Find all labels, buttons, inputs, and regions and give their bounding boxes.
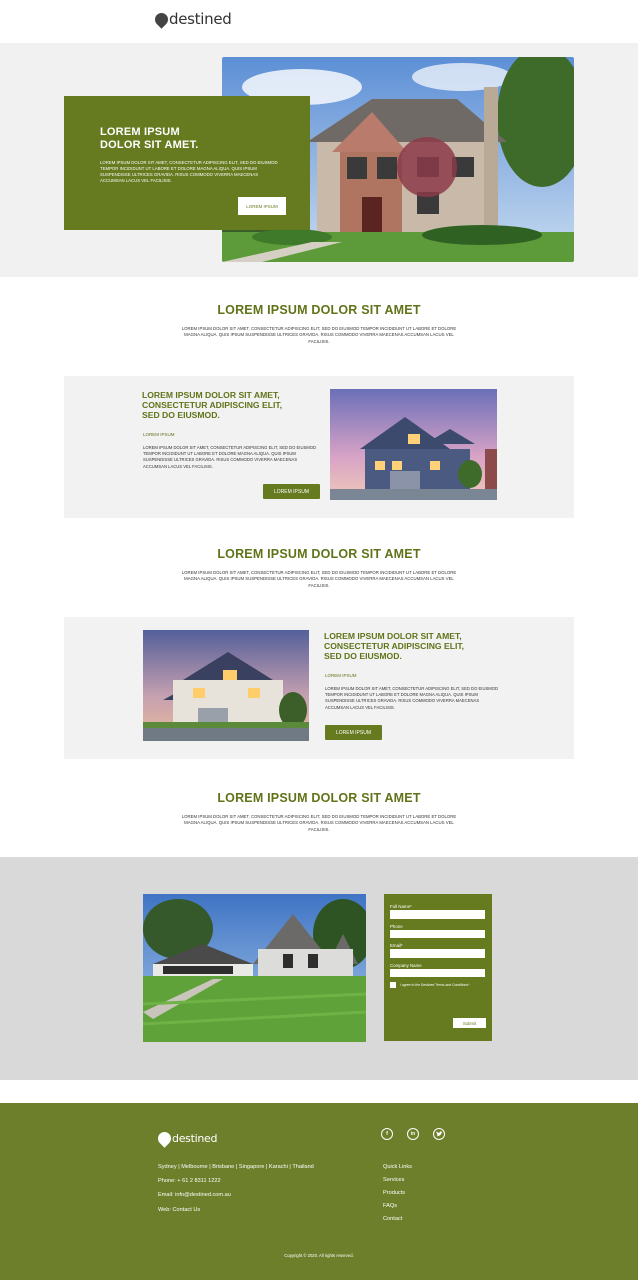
section1-title: LOREM IPSUM DOLOR SIT AMET [217,303,421,317]
email-input[interactable] [390,949,485,958]
feature1-button[interactable]: LOREM IPSUM [263,484,320,499]
footer-link-services[interactable]: Services [383,1177,404,1183]
hero-card: LOREM IPSUM DOLOR SIT AMET. LOREM IPSUM D… [64,96,310,230]
full-name-label: Full Name* [390,904,412,909]
footer-logo[interactable]: destined [155,1129,218,1148]
footer-link-faqs[interactable]: FAQs [383,1203,397,1209]
contact-form: Full Name* Phone Email* Company Name I a… [384,894,492,1041]
footer-email[interactable]: Email: info@destined.com.au [158,1192,231,1198]
hero-cta-button[interactable]: LOREM IPSUM [238,197,286,215]
logo-text: destined [169,10,232,28]
feature1-section: LOREM IPSUM DOLOR SIT AMET, CONSECTETUR … [64,376,574,518]
footer-link-contact[interactable]: Contact [383,1216,402,1222]
footer-phone: Phone: + 61 2 8311 1222 [158,1178,221,1184]
phone-label: Phone [390,923,403,929]
feature1-body: LOREM IPSUM DOLOR SIT AMET, CONSECTETUR … [143,445,317,469]
section3-body: LOREM IPSUM DOLOR SIT AMET, CONSECTETUR … [181,814,457,832]
section2-body: LOREM IPSUM DOLOR SIT AMET, CONSECTETUR … [181,570,457,588]
footer-link-products[interactable]: Products [383,1190,405,1196]
email-label: Email* [390,943,403,948]
logo-pin-icon [155,1129,174,1148]
section3-title: LOREM IPSUM DOLOR SIT AMET [217,791,421,805]
footer-copyright: Copyright © 2020. All rights reserved. [284,1253,354,1258]
linkedin-icon[interactable]: in [407,1128,419,1140]
footer-web[interactable]: Web: Contact Us [158,1207,200,1213]
feature2-body: LOREM IPSUM DOLOR SIT AMET, CONSECTETUR … [325,686,499,710]
phone-input[interactable] [390,929,485,938]
section1-body: LOREM IPSUM DOLOR SIT AMET, CONSECTETUR … [181,326,457,344]
feature2-section: LOREM IPSUM DOLOR SIT AMET, CONSECTETUR … [64,617,574,759]
terms-label: I agree to the Destined Terms and Condit… [400,983,470,987]
section2-title: LOREM IPSUM DOLOR SIT AMET [217,547,421,561]
footer-locations: Sydney | Melbourne | Brisbane | Singapor… [158,1164,314,1170]
company-input[interactable] [390,968,485,977]
footer-logo-text: destined [172,1132,218,1145]
hero-body: LOREM IPSUM DOLOR SIT AMET, CONSECTETUR … [100,160,278,183]
terms-checkbox[interactable] [390,982,396,988]
footer-link-quick-links[interactable]: Quick Links [383,1164,412,1170]
facebook-icon[interactable]: f [381,1128,393,1140]
terms-checkbox-row: I agree to the Destined Terms and Condit… [390,982,486,988]
feature1-label: LOREM IPSUM [143,432,175,437]
contact-house-image [143,894,366,1042]
feature2-label: LOREM IPSUM [325,673,357,678]
header-logo[interactable]: destined [152,9,232,29]
feature1-house-image [330,389,497,500]
feature1-heading: LOREM IPSUM DOLOR SIT AMET, CONSECTETUR … [142,390,283,420]
twitter-icon[interactable] [433,1128,445,1140]
feature2-button[interactable]: LOREM IPSUM [325,725,382,740]
submit-button[interactable]: Submit [453,1018,486,1028]
logo-pin-icon [152,9,171,29]
full-name-input[interactable] [390,910,485,919]
company-label: Company Name [390,962,422,968]
feature2-house-image [143,630,309,741]
hero-title: LOREM IPSUM DOLOR SIT AMET. [100,126,199,151]
feature2-heading: LOREM IPSUM DOLOR SIT AMET, CONSECTETUR … [324,631,465,661]
footer: destined f in Sydney | Melbourne | Brisb… [0,1103,638,1280]
